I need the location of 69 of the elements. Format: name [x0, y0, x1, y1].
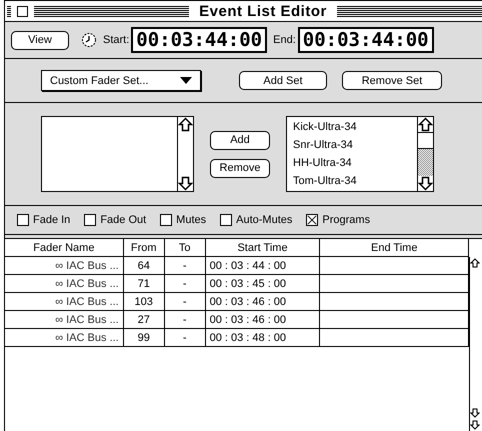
end-label: End: [273, 34, 296, 46]
list-item[interactable]: Kick-Ultra-34 [293, 118, 411, 136]
checkbox-icon[interactable] [84, 214, 96, 226]
table-cell: 64 [138, 260, 150, 272]
scroll-bar[interactable] [469, 257, 480, 431]
clock-icon [81, 32, 97, 48]
down-arrow-icon[interactable] [470, 407, 480, 419]
checkbox-icon[interactable] [160, 214, 172, 226]
table-cell: - [182, 332, 186, 344]
table-cell: 00 : 03 : 44 : 00 [210, 260, 286, 272]
table-cell: - [182, 278, 186, 290]
column-header[interactable]: From [123, 239, 164, 256]
fader-list[interactable]: Kick-Ultra-34 Snr-Ultra-34 HH-Ultra-34 Tom-Ultra-34 [286, 116, 434, 192]
checkbox-icon[interactable] [306, 214, 318, 226]
table-cell: ∞ IAC Bus ... [55, 314, 119, 326]
table-cell: 00 : 03 : 46 : 00 [210, 296, 286, 308]
dropdown-arrow-icon [180, 76, 192, 84]
table-cell: 00 : 03 : 46 : 00 [210, 314, 286, 326]
filter-checkbox[interactable]: Auto-Mutes [220, 214, 292, 226]
column-header[interactable]: Start Time [205, 239, 320, 256]
view-button[interactable]: View [11, 30, 69, 50]
checkbox-icon[interactable] [220, 214, 232, 226]
end-time-field[interactable]: 00:03:44:00 [298, 27, 434, 53]
table-cell: - [182, 260, 186, 272]
fader-set-dropdown[interactable]: Custom Fader Set... [41, 70, 201, 91]
start-time-field[interactable]: 00:03:44:00 [131, 27, 268, 53]
up-arrow-icon[interactable] [178, 117, 193, 132]
list-item[interactable]: Snr-Ultra-34 [293, 136, 411, 154]
filter-checkbox[interactable]: Programs [306, 214, 370, 226]
title-bar-stripes[interactable] [34, 6, 190, 16]
down-arrow-icon[interactable] [178, 176, 193, 191]
column-header[interactable]: End Time [320, 239, 468, 256]
scroll-bar[interactable] [177, 117, 193, 191]
list-item[interactable]: Tom-Ultra-34 [293, 172, 411, 190]
available-list[interactable] [41, 116, 194, 192]
table-cell: - [182, 314, 186, 326]
start-label: Start: [103, 34, 130, 46]
table-cell: 27 [138, 314, 150, 326]
table-cell: - [182, 296, 186, 308]
up-arrow-icon[interactable] [418, 117, 433, 132]
table-cell: 00 : 03 : 48 : 00 [210, 332, 286, 344]
remove-set-button[interactable]: Remove Set [342, 71, 442, 90]
remove-button[interactable]: Remove [210, 158, 270, 178]
title-bar-stripes[interactable] [7, 6, 11, 16]
add-set-button[interactable]: Add Set [239, 71, 327, 90]
down-arrow-icon[interactable] [470, 419, 480, 431]
table-cell: 00 : 03 : 45 : 00 [210, 278, 286, 290]
table-cell: ∞ IAC Bus ... [55, 260, 119, 272]
table-cell: 103 [134, 296, 153, 308]
down-arrow-icon[interactable] [418, 176, 433, 191]
checkbox-icon[interactable] [17, 214, 29, 226]
table-cell: ∞ IAC Bus ... [55, 278, 119, 290]
table-cell: ∞ IAC Bus ... [55, 332, 119, 344]
title-bar-stripes[interactable] [336, 6, 482, 16]
window-title: Event List Editor [198, 2, 328, 20]
column-header[interactable]: To [164, 239, 206, 256]
filter-checkbox[interactable]: Fade Out [84, 214, 146, 226]
filter-checkbox[interactable]: Mutes [160, 214, 206, 226]
table-cell: 99 [138, 332, 150, 344]
list-item[interactable]: HH-Ultra-34 [293, 154, 411, 172]
scroll-bar[interactable] [417, 117, 433, 191]
add-button[interactable]: Add [210, 130, 270, 150]
close-box[interactable] [17, 6, 28, 16]
table-cell: ∞ IAC Bus ... [55, 296, 119, 308]
scroll-thumb[interactable] [418, 132, 433, 149]
table-cell: 71 [138, 278, 150, 290]
column-header[interactable]: Fader Name [5, 239, 124, 256]
filter-checkbox[interactable]: Fade In [17, 214, 70, 226]
up-arrow-icon[interactable] [470, 257, 480, 269]
